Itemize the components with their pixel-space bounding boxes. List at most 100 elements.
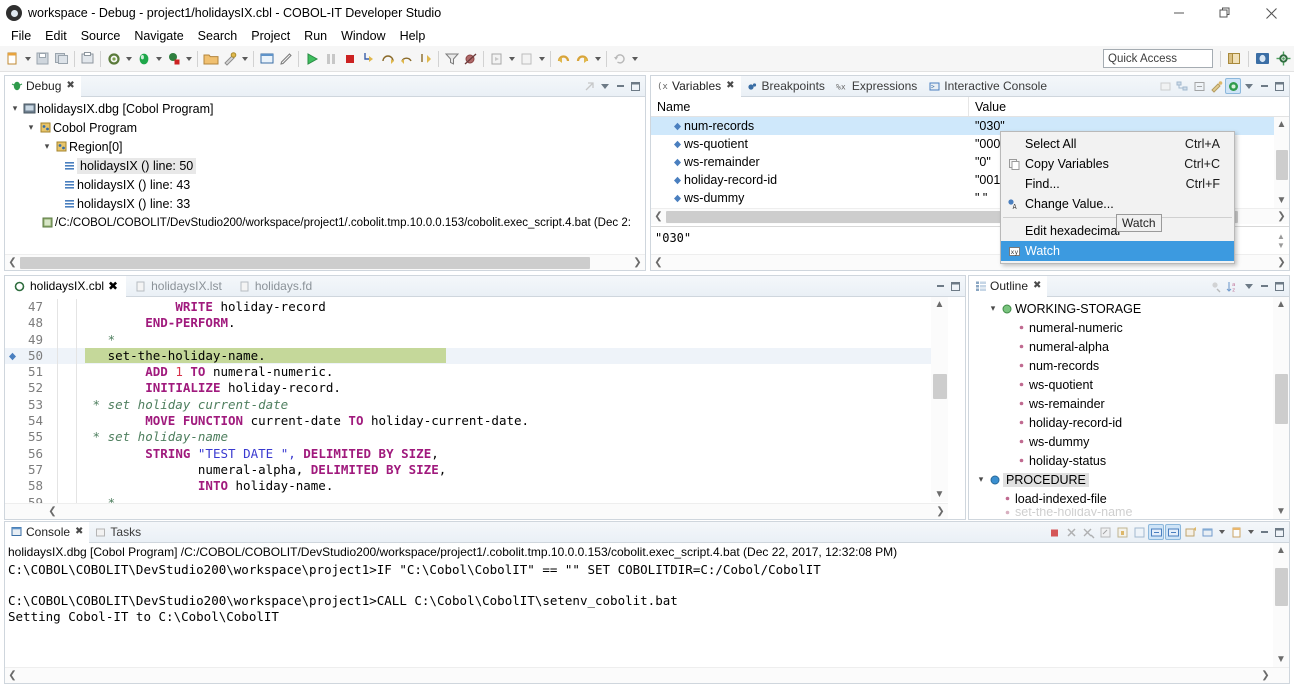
folding-gutter[interactable] (57, 348, 77, 364)
editor-horizontal-scrollbar[interactable]: ❮ ❯ (5, 503, 948, 519)
show-console-stdout-icon[interactable] (1148, 524, 1164, 540)
scroll-down-arrow-icon[interactable]: ▼ (1275, 241, 1287, 250)
folding-gutter[interactable] (57, 413, 77, 429)
menu-help[interactable]: Help (393, 27, 433, 45)
cobol-perspective-icon[interactable] (1273, 49, 1294, 69)
scroll-left-arrow-icon[interactable]: ❮ (651, 255, 666, 270)
scroll-right-arrow-icon[interactable]: ❯ (1274, 209, 1289, 224)
scroll-up-arrow-icon[interactable]: ▲ (932, 297, 947, 312)
minimize-icon[interactable] (1257, 79, 1271, 93)
scroll-down-arrow-icon[interactable]: ▼ (1274, 652, 1289, 667)
folding-gutter[interactable] (57, 299, 77, 315)
open-perspective-icon[interactable] (1224, 49, 1245, 69)
maximize-icon[interactable] (1272, 525, 1286, 539)
chevron-down-icon[interactable]: ▾ (975, 474, 987, 485)
outline-row[interactable]: ws-remainder (969, 394, 1273, 413)
code-line[interactable]: 52 INITIALIZE holiday-record. (5, 380, 948, 396)
menu-navigate[interactable]: Navigate (127, 27, 190, 45)
print-icon[interactable] (78, 49, 97, 69)
tab-debug-close-icon[interactable]: ✖ (66, 80, 74, 91)
tab-breakpoints[interactable]: Breakpoints (741, 76, 831, 97)
maximize-icon[interactable] (1272, 279, 1286, 293)
context-menu-item-find[interactable]: Find... Ctrl+F (1001, 174, 1234, 194)
folding-gutter[interactable] (57, 446, 77, 462)
chevron-down-icon[interactable]: ▾ (9, 103, 21, 114)
display-selected-console-icon[interactable] (1199, 524, 1215, 540)
folding-gutter[interactable] (57, 332, 77, 348)
chevron-down-icon[interactable]: ▾ (25, 122, 37, 133)
menu-edit[interactable]: Edit (38, 27, 74, 45)
scrollbar-thumb[interactable] (1275, 568, 1288, 606)
console-vertical-scrollbar[interactable]: ▲ ▼ (1273, 543, 1289, 667)
outline-row[interactable]: holiday-status (969, 451, 1273, 470)
word-wrap-icon[interactable] (1131, 524, 1147, 540)
outline-tree[interactable]: ▾ WORKING-STORAGE numeral-numeric numera… (969, 297, 1289, 519)
forward-dropdown-icon[interactable] (592, 49, 603, 69)
folding-gutter[interactable] (57, 380, 77, 396)
outline-row[interactable]: numeral-numeric (969, 318, 1273, 337)
scroll-left-arrow-icon[interactable]: ❮ (5, 668, 20, 683)
save-icon[interactable] (33, 49, 52, 69)
clear-console-icon[interactable] (1097, 524, 1113, 540)
tab-console-close-icon[interactable]: ✖ (75, 526, 83, 537)
scroll-right-arrow-icon[interactable]: ❯ (933, 504, 948, 519)
console-output[interactable]: holidaysIX.dbg [Cobol Program] /C:/COBOL… (5, 543, 1289, 683)
tab-interactive-console[interactable]: > Interactive Console (923, 76, 1053, 97)
tab-debug[interactable]: Debug ✖ (5, 76, 81, 97)
scroll-right-arrow-icon[interactable]: ❯ (630, 255, 645, 270)
minimize-icon[interactable] (1257, 525, 1271, 539)
menu-source[interactable]: Source (74, 27, 128, 45)
debug-dropdown-icon[interactable] (153, 49, 164, 69)
hide-fields-icon[interactable] (1208, 278, 1224, 294)
code-line[interactable]: 54 MOVE FUNCTION current-date TO holiday… (5, 413, 948, 429)
context-menu-item-watch[interactable]: xy Watch (1001, 241, 1234, 261)
column-header-value[interactable]: Value (969, 97, 1289, 116)
editor-tab-holidaysix-lst[interactable]: holidaysIX.lst (126, 276, 230, 297)
tab-variables[interactable]: (x) Variables ✖ (651, 76, 741, 97)
scroll-down-arrow-icon[interactable]: ▼ (1274, 504, 1289, 519)
next-annotation-icon[interactable] (487, 49, 506, 69)
tab-outline[interactable]: Outline ✖ (969, 276, 1047, 297)
menu-file[interactable]: File (4, 27, 38, 45)
terminate-icon[interactable] (340, 49, 359, 69)
outline-row-procedure[interactable]: ▾ PROCEDURE (969, 470, 1273, 489)
folding-gutter[interactable] (57, 429, 77, 445)
view-menu-icon[interactable] (1242, 79, 1256, 93)
show-type-names-icon[interactable] (1157, 78, 1173, 94)
scrollbar-track[interactable] (1275, 558, 1288, 652)
console-horizontal-scrollbar[interactable]: ❮ ❯ (5, 667, 1289, 683)
maximize-icon[interactable] (1272, 79, 1286, 93)
debug-tree[interactable]: ▾ holidaysIX.dbg [Cobol Program] ▾ Cobol… (5, 97, 645, 270)
code-line[interactable]: 49 * (5, 332, 948, 348)
scrollbar-track[interactable] (1275, 312, 1288, 504)
skip-breakpoints-icon[interactable] (461, 49, 480, 69)
outline-row-working-storage[interactable]: ▾ WORKING-STORAGE (969, 299, 1273, 318)
outline-row[interactable]: holiday-record-id (969, 413, 1273, 432)
step-return-icon[interactable] (397, 49, 416, 69)
scroll-up-arrow-icon[interactable]: ▲ (1275, 232, 1287, 241)
scrollbar-thumb[interactable] (933, 374, 947, 399)
restore-button[interactable] (1202, 0, 1248, 26)
collapse-all-icon[interactable] (1191, 78, 1207, 94)
outline-row[interactable]: ws-quotient (969, 375, 1273, 394)
layout-icon[interactable] (1208, 78, 1224, 94)
sort-icon[interactable]: az (1225, 278, 1241, 294)
open-folder-icon[interactable] (201, 49, 220, 69)
menu-project[interactable]: Project (244, 27, 297, 45)
edit-icon[interactable] (276, 49, 295, 69)
back-icon[interactable] (554, 49, 573, 69)
drop-to-frame-icon[interactable] (416, 49, 435, 69)
code-line[interactable]: 48 END-PERFORM. (5, 315, 948, 331)
previous-annotation-dropdown-icon[interactable] (536, 49, 547, 69)
scroll-up-arrow-icon[interactable]: ▲ (1274, 297, 1289, 312)
run-dropdown-icon[interactable] (183, 49, 194, 69)
code-line[interactable]: 56 STRING "TEST DATE ", DELIMITED BY SIZ… (5, 446, 948, 462)
scroll-down-arrow-icon[interactable]: ▼ (932, 487, 947, 502)
editor-tab-close-icon[interactable]: ✖ (108, 279, 118, 293)
open-console-icon[interactable] (1228, 524, 1244, 540)
pin-console-icon[interactable] (1182, 524, 1198, 540)
code-line[interactable]: 47 WRITE holiday-record (5, 299, 948, 315)
scroll-left-arrow-icon[interactable]: ❮ (45, 504, 60, 519)
debug-tree-row[interactable]: ▾ Cobol Program (5, 118, 645, 137)
scrollbar-thumb[interactable] (1275, 374, 1288, 424)
